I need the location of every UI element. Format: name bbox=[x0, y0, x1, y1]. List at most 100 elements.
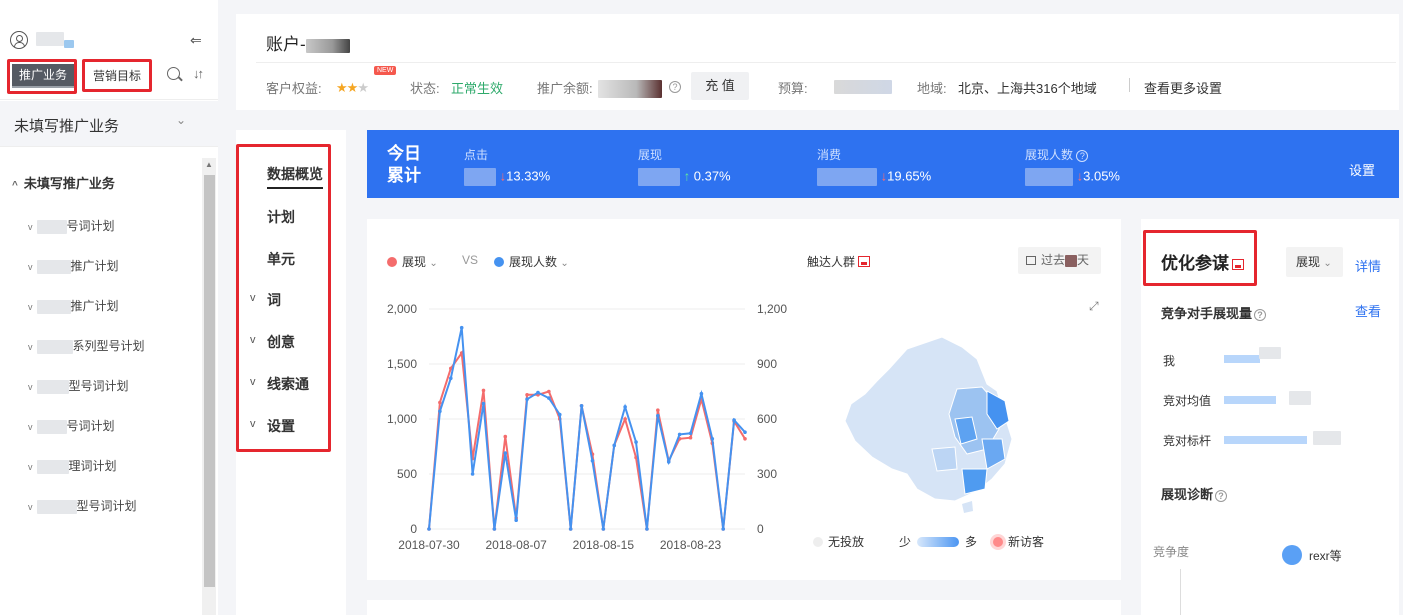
plan-item[interactable]: v 型号词计划 bbox=[28, 497, 137, 514]
competitor-title-text: 竞争对手展现量 bbox=[1161, 306, 1253, 321]
details-link[interactable]: 详情 bbox=[1355, 256, 1381, 275]
metric-value-blurred bbox=[817, 168, 877, 186]
help-icon[interactable]: ? bbox=[1076, 149, 1089, 162]
legend-reach-label: 展现人数 bbox=[509, 255, 558, 269]
china-map[interactable] bbox=[837, 329, 1037, 519]
nav-data-overview[interactable]: 数据概览 bbox=[267, 164, 323, 189]
plan-name-blurred bbox=[36, 339, 73, 354]
map-legend-less-label: 少 bbox=[899, 535, 912, 549]
data-point bbox=[612, 443, 617, 448]
plan-name-blurred bbox=[36, 219, 67, 234]
collapse-sidebar-icon[interactable]: ⇐ bbox=[190, 32, 202, 49]
y-left-tick-label: 1,500 bbox=[387, 357, 417, 371]
diagnose-title: 展现诊断? bbox=[1161, 484, 1228, 503]
tree-root[interactable]: ^ 未填写推广业务 bbox=[12, 173, 115, 192]
data-point bbox=[688, 431, 693, 436]
data-point bbox=[492, 527, 497, 531]
nav-creative[interactable]: 创意 bbox=[267, 332, 295, 352]
data-point bbox=[427, 527, 431, 531]
plan-label: 号词计划 bbox=[66, 219, 115, 233]
competitor-value-blurred bbox=[1313, 431, 1341, 445]
optimization-card: 优化参谋 展现 ⌄ 详情 竞争对手展现量? 查看 我 竞对均值 竞对标杆 展现诊… bbox=[1141, 219, 1399, 615]
diagnose-title-text: 展现诊断 bbox=[1161, 487, 1214, 502]
data-point bbox=[481, 388, 486, 393]
recharge-button[interactable]: 充 值 bbox=[691, 72, 749, 100]
competitor-point[interactable] bbox=[1282, 545, 1302, 565]
reach-audience-text: 触达人群 bbox=[807, 255, 856, 269]
nav-leads[interactable]: 线索通 bbox=[267, 374, 309, 394]
vs-label: VS bbox=[462, 253, 479, 267]
plan-item[interactable]: v 系列型号计划 bbox=[28, 337, 145, 354]
sidebar-scroll-thumb[interactable] bbox=[204, 175, 215, 587]
today-settings-link[interactable]: 设置 bbox=[1349, 160, 1375, 179]
nav-keyword[interactable]: 词 bbox=[267, 290, 281, 310]
chart-icon[interactable] bbox=[858, 256, 871, 267]
plan-item[interactable]: v 推广计划 bbox=[28, 257, 119, 274]
metric-label: 消费 bbox=[817, 148, 842, 162]
scroll-up-arrow-icon[interactable]: ▲ bbox=[205, 160, 213, 169]
data-point bbox=[438, 409, 442, 414]
metric-change: 0.37% bbox=[693, 168, 731, 184]
map-gradient-bar bbox=[917, 537, 960, 547]
sort-icon[interactable]: ↓↑ bbox=[193, 66, 204, 81]
data-point bbox=[634, 440, 638, 444]
business-select[interactable]: 未填写推广业务 ⌄ bbox=[0, 101, 218, 147]
business-select-value: 未填写推广业务 bbox=[14, 118, 120, 135]
nav-plan[interactable]: 计划 bbox=[267, 207, 295, 227]
today-title-line1: 今日 bbox=[387, 144, 421, 163]
data-point bbox=[448, 376, 453, 381]
legend-dot-blue bbox=[494, 257, 504, 267]
x-tick-label: 2018-08-23 bbox=[660, 538, 722, 552]
map-legend-none-label: 无投放 bbox=[828, 535, 865, 549]
legend-impressions[interactable]: 展现 ⌄ bbox=[387, 253, 438, 270]
plan-item[interactable]: v 型号词计划 bbox=[28, 377, 129, 394]
legend-reach[interactable]: 展现人数 ⌄ bbox=[494, 253, 569, 270]
data-point bbox=[525, 397, 529, 401]
tab-business[interactable]: 推广业务 bbox=[12, 64, 74, 88]
search-icon[interactable] bbox=[167, 67, 180, 80]
competitor-point-label: rexr等 bbox=[1309, 549, 1342, 563]
plan-item[interactable]: v 号词计划 bbox=[28, 217, 115, 234]
y-left-tick-label: 500 bbox=[397, 467, 417, 481]
metric-change: 13.33% bbox=[506, 168, 551, 184]
help-icon[interactable]: ? bbox=[1215, 489, 1228, 502]
plan-item[interactable]: v 号词计划 bbox=[28, 417, 115, 434]
y-right-tick-label: 900 bbox=[757, 357, 777, 371]
chevron-down-icon: v bbox=[250, 418, 256, 430]
metric-change: 19.65% bbox=[887, 168, 932, 184]
y-left-tick-label: 2,000 bbox=[387, 302, 417, 316]
data-point bbox=[666, 460, 671, 464]
map-legend-new-visitor: 新访客 bbox=[993, 533, 1044, 550]
data-point bbox=[536, 390, 540, 395]
plan-label: 推广计划 bbox=[70, 299, 119, 313]
metric-value-blurred bbox=[638, 168, 680, 186]
expand-icon[interactable]: ⤢ bbox=[1089, 299, 1099, 314]
new-badge: NEW bbox=[374, 66, 397, 75]
user-icon[interactable] bbox=[10, 31, 28, 49]
plan-item[interactable]: v 推广计划 bbox=[28, 297, 119, 314]
help-icon[interactable]: ? bbox=[669, 81, 681, 93]
view-link[interactable]: 查看 bbox=[1355, 301, 1381, 320]
metric-select[interactable]: 展现 ⌄ bbox=[1286, 247, 1343, 277]
nav-unit[interactable]: 单元 bbox=[267, 249, 295, 269]
data-point bbox=[481, 401, 486, 406]
trend-chart-card: 展现 ⌄ VS 展现人数 ⌄ 触达人群 过去天 ⤢ 0 500 1,000 1,500… bbox=[367, 219, 1121, 580]
data-point bbox=[699, 391, 704, 396]
chevron-down-icon: v bbox=[28, 342, 33, 352]
data-point bbox=[547, 396, 551, 400]
more-settings-link[interactable]: 查看更多设置 bbox=[1144, 78, 1222, 97]
plan-item[interactable]: v 理词计划 bbox=[28, 457, 117, 474]
section-nav: 数据概览 计划 单元 v 词 v 创意 v 线索通 v 设置 bbox=[236, 130, 346, 615]
report-icon[interactable] bbox=[1232, 259, 1244, 270]
help-icon[interactable]: ? bbox=[1254, 308, 1267, 321]
competitor-row-avg: 竞对均值 bbox=[1163, 394, 1212, 408]
metric-value-blurred bbox=[1025, 168, 1073, 186]
data-point bbox=[656, 408, 660, 412]
plan-label: 推广计划 bbox=[70, 259, 119, 273]
tab-marketing-goal[interactable]: 营销目标 bbox=[89, 64, 145, 88]
date-range-button[interactable]: 过去天 bbox=[1018, 247, 1101, 274]
balance-value-blurred bbox=[598, 80, 662, 98]
data-point bbox=[710, 437, 715, 441]
header-separator bbox=[1129, 78, 1130, 92]
nav-settings[interactable]: 设置 bbox=[267, 416, 295, 436]
